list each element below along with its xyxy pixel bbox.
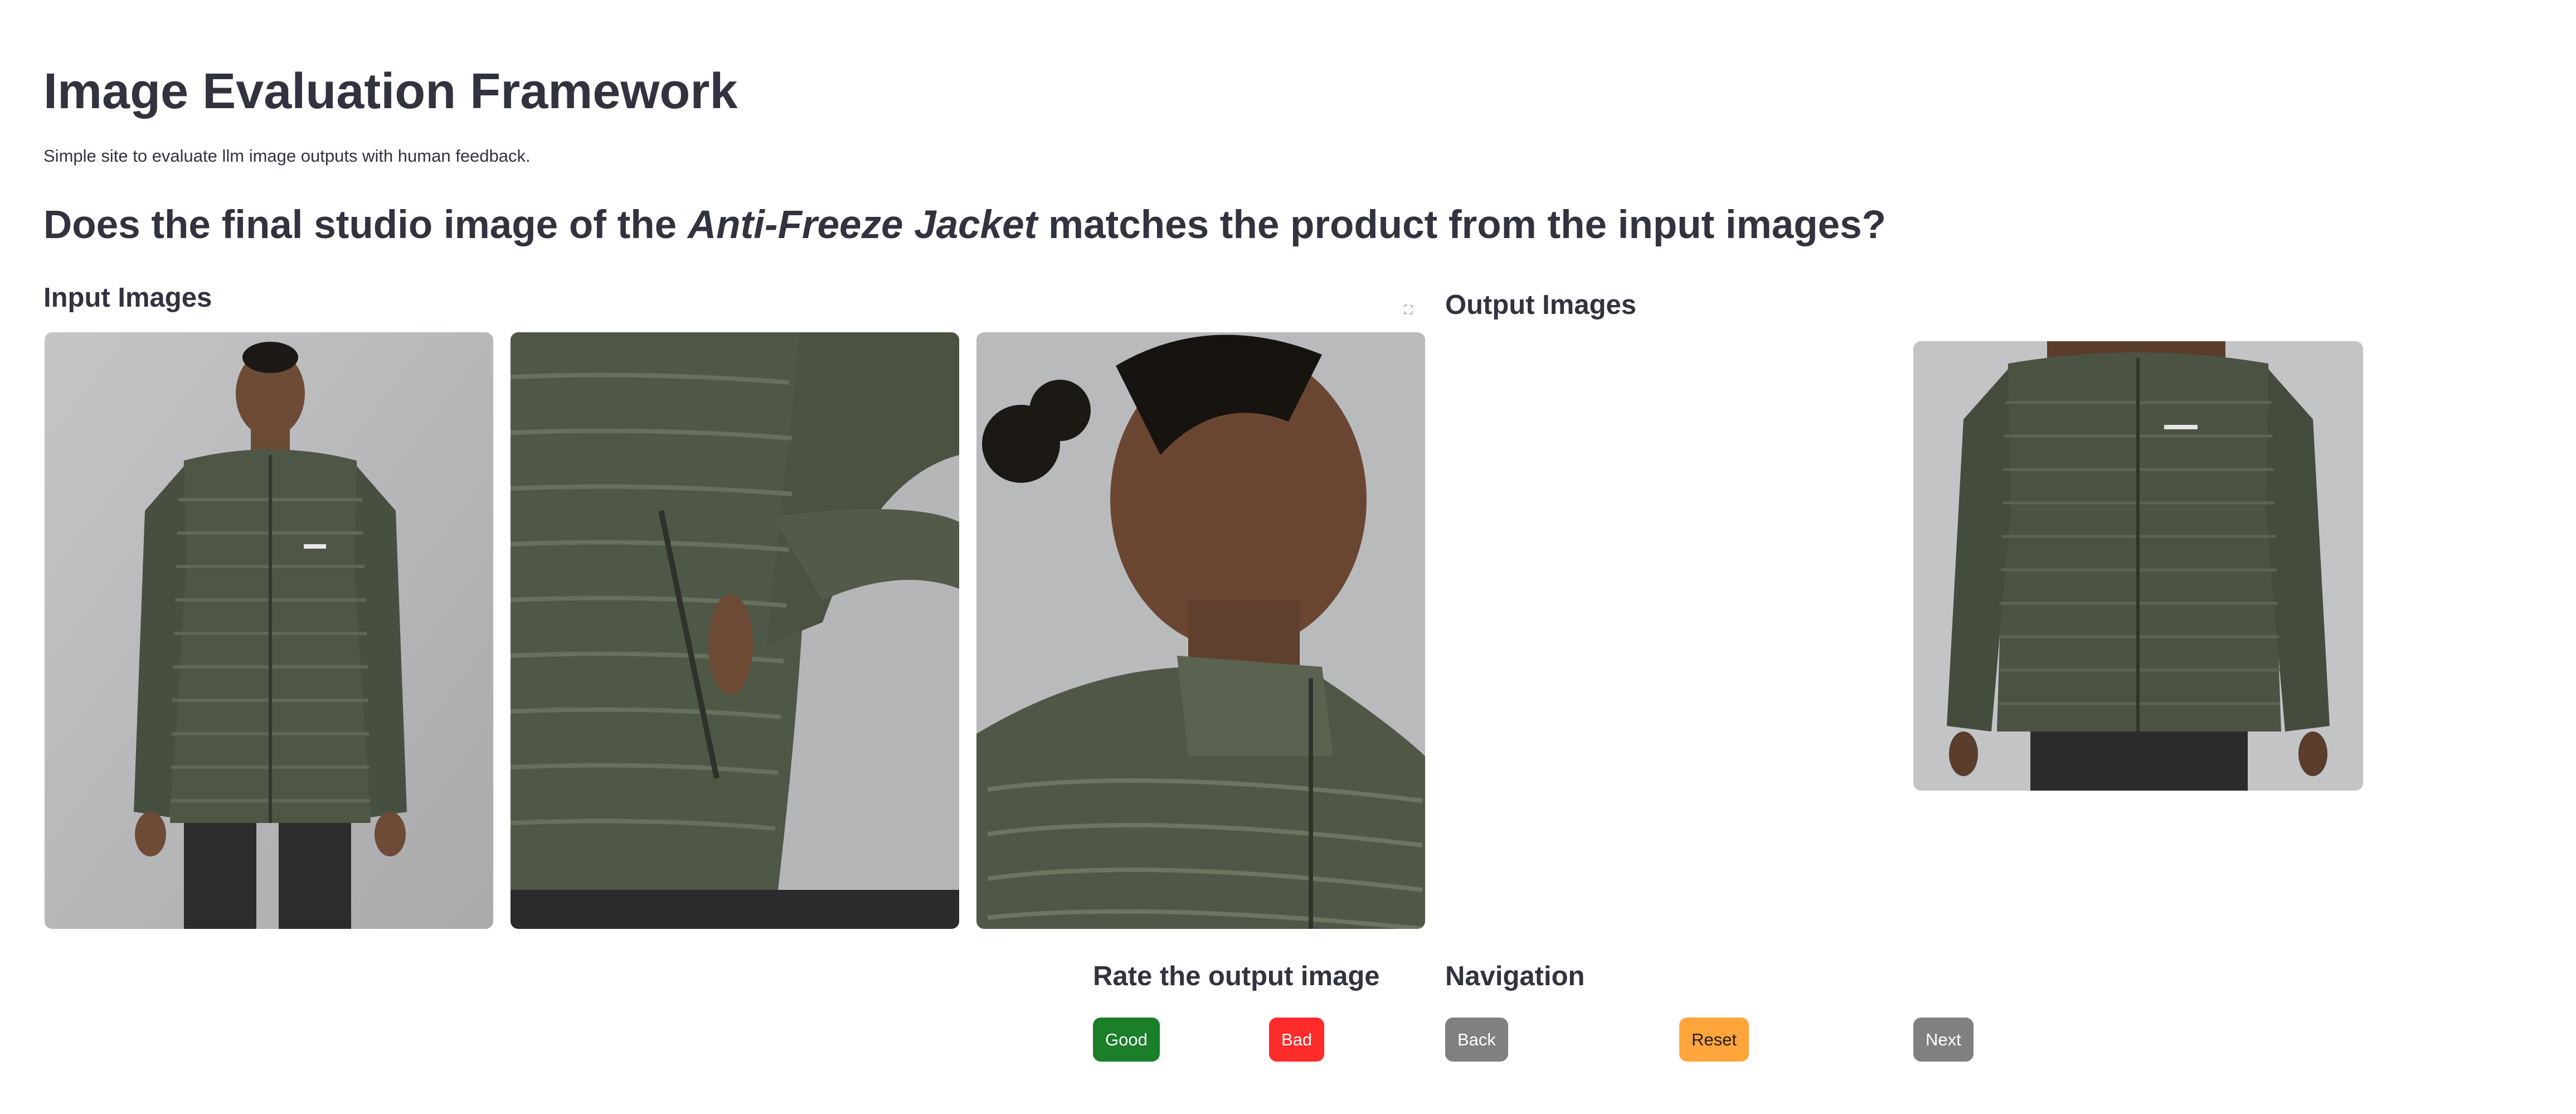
page-title: Image Evaluation Framework	[43, 64, 738, 119]
page-subtitle: Simple site to evaluate llm image output…	[43, 146, 531, 166]
back-button[interactable]: Back	[1445, 1018, 1508, 1062]
bad-button[interactable]: Bad	[1269, 1018, 1325, 1062]
question-prefix: Does the final studio image of the	[43, 203, 688, 247]
fullscreen-icon[interactable]: ⛶	[1397, 299, 1420, 321]
navigation-heading: Navigation	[1445, 961, 1585, 991]
output-images-heading: Output Images	[1445, 290, 1637, 320]
good-button[interactable]: Good	[1093, 1018, 1160, 1062]
input-image-3	[976, 332, 1425, 929]
evaluation-question: Does the final studio image of the Anti-…	[43, 201, 1886, 250]
product-name: Anti-Freeze Jacket	[687, 203, 1038, 247]
output-image	[1913, 341, 2363, 791]
input-images-heading: Input Images	[43, 283, 212, 313]
question-suffix: matches the product from the input image…	[1037, 203, 1886, 247]
input-image-2	[511, 332, 959, 929]
reset-button[interactable]: Reset	[1679, 1018, 1749, 1062]
rating-heading: Rate the output image	[1093, 961, 1380, 991]
input-image-1	[45, 332, 493, 929]
next-button[interactable]: Next	[1913, 1018, 1974, 1062]
